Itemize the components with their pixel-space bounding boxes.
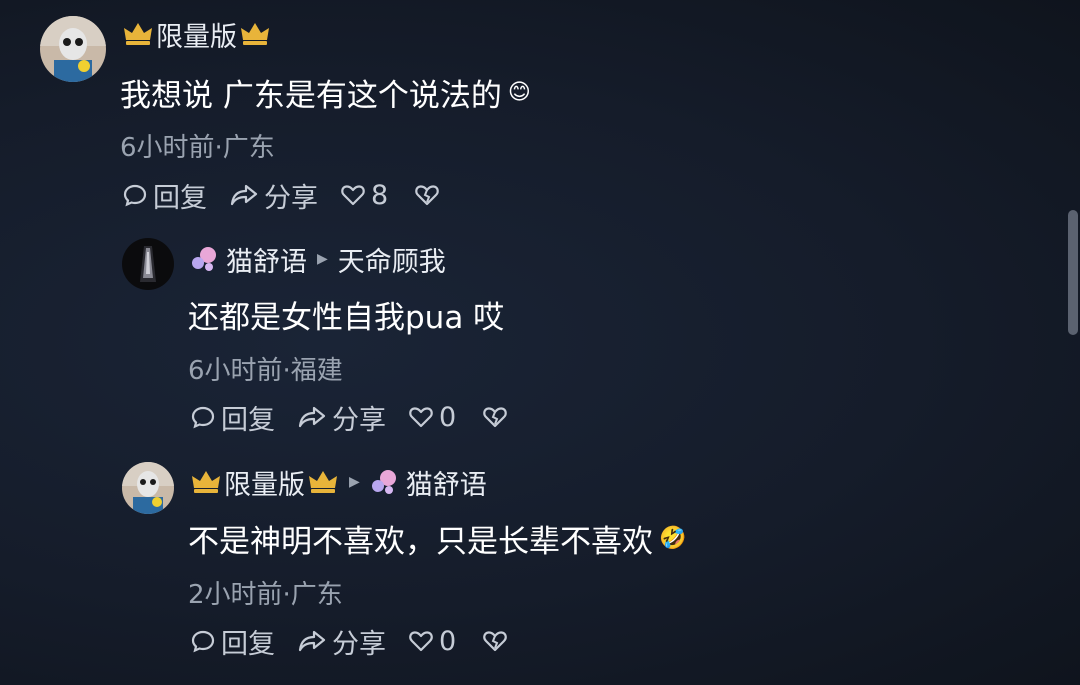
comment-text: 不是神明不喜欢，只是长辈不喜欢 bbox=[188, 523, 653, 560]
avatar[interactable] bbox=[122, 462, 174, 514]
share-label: 分享 bbox=[332, 404, 386, 436]
share-label: 分享 bbox=[332, 628, 386, 660]
reply-button[interactable]: 回复 bbox=[190, 398, 275, 437]
like-count: 0 bbox=[439, 625, 457, 657]
dislike-button[interactable] bbox=[482, 404, 513, 430]
dislike-button[interactable] bbox=[482, 628, 513, 654]
like-count: 8 bbox=[371, 179, 389, 211]
username[interactable]: 猫舒语 bbox=[226, 240, 307, 279]
avatar[interactable] bbox=[40, 16, 106, 82]
reply-label: 回复 bbox=[153, 182, 207, 214]
reply-button[interactable]: 回复 bbox=[122, 176, 207, 215]
share-icon bbox=[298, 406, 326, 428]
share-icon bbox=[298, 630, 326, 652]
comment-text-row: 还都是女性自我pua 哎 bbox=[188, 292, 504, 336]
share-button[interactable]: 分享 bbox=[229, 176, 318, 215]
caret-right-icon: ▶ bbox=[317, 251, 328, 267]
comment-text: 还都是女性自我pua 哎 bbox=[188, 299, 505, 336]
heart-icon bbox=[409, 407, 433, 428]
like-button[interactable]: 0 bbox=[408, 402, 456, 433]
bubble-icon bbox=[371, 470, 396, 494]
username[interactable]: 限量版 bbox=[224, 463, 305, 502]
like-count: 0 bbox=[439, 401, 457, 433]
heart-icon bbox=[341, 185, 365, 206]
reply-to-username[interactable]: 天命顾我 bbox=[338, 240, 446, 279]
like-button[interactable]: 0 bbox=[408, 626, 456, 657]
bubble-icon bbox=[192, 247, 216, 271]
reply-label: 回复 bbox=[221, 404, 275, 436]
share-icon bbox=[230, 184, 258, 206]
share-label: 分享 bbox=[264, 182, 318, 214]
reply-icon bbox=[191, 406, 215, 429]
comment-meta: 6小时前·广东 bbox=[120, 133, 275, 163]
broken-heart-icon bbox=[415, 185, 439, 206]
share-button[interactable]: 分享 bbox=[297, 622, 386, 661]
crown-icon bbox=[309, 471, 337, 493]
comment-meta: 6小时前·福建 bbox=[188, 356, 343, 386]
broken-heart-icon bbox=[483, 631, 507, 652]
scrollbar[interactable] bbox=[1068, 210, 1078, 335]
crown-icon bbox=[192, 471, 220, 493]
heart-icon bbox=[409, 631, 433, 652]
reply-label: 回复 bbox=[221, 628, 275, 660]
avatar[interactable] bbox=[122, 238, 174, 290]
smile-emoji-icon: 😊 bbox=[507, 79, 531, 105]
reply-icon bbox=[123, 184, 147, 207]
dislike-button[interactable] bbox=[414, 182, 445, 208]
action-bar: 回复 分享 0 bbox=[190, 621, 535, 661]
action-bar: 回复 分享 8 bbox=[122, 175, 467, 215]
comment-meta: 2小时前·广东 bbox=[188, 580, 343, 610]
username[interactable]: 限量版 bbox=[156, 15, 237, 54]
crown-icon bbox=[124, 23, 152, 45]
reply-icon bbox=[191, 630, 215, 653]
comment-text-row: 不是神明不喜欢，只是长辈不喜欢 🤣 bbox=[188, 516, 686, 560]
crown-icon bbox=[241, 23, 269, 45]
share-button[interactable]: 分享 bbox=[297, 398, 386, 437]
reply-to-username[interactable]: 猫舒语 bbox=[406, 463, 487, 502]
like-button[interactable]: 8 bbox=[340, 180, 388, 211]
reply-button[interactable]: 回复 bbox=[190, 622, 275, 661]
laugh-emoji-icon: 🤣 bbox=[659, 525, 687, 551]
comment-text: 我想说 广东是有这个说法的 bbox=[120, 77, 502, 114]
caret-right-icon: ▶ bbox=[349, 474, 360, 490]
comment-text-row: 我想说 广东是有这个说法的 😊 bbox=[120, 70, 531, 114]
broken-heart-icon bbox=[483, 407, 507, 428]
action-bar: 回复 分享 0 bbox=[190, 397, 535, 437]
